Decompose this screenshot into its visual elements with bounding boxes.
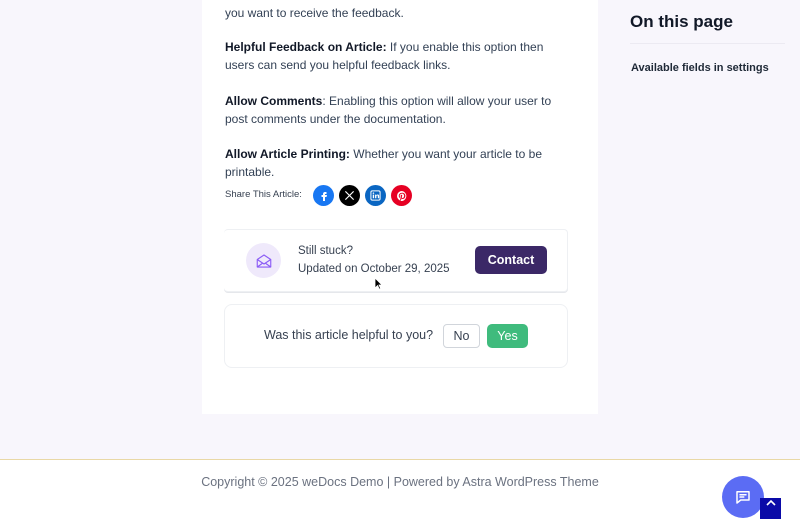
linkedin-icon (370, 190, 381, 201)
contact-button[interactable]: Contact (475, 246, 547, 274)
share-x-button[interactable] (339, 185, 360, 206)
helpful-question: Was this article helpful to you? (264, 328, 434, 342)
paragraph-heading: Helpful Feedback on Article: (225, 40, 387, 54)
chat-launcher-button[interactable] (722, 476, 764, 518)
share-pinterest-button[interactable] (391, 185, 412, 206)
article-paragraph: you want to receive the feedback. (225, 4, 575, 22)
updated-date: Updated on October 29, 2025 (298, 263, 450, 275)
envelope-badge (246, 243, 281, 278)
share-label: Share This Article: (225, 189, 302, 200)
mouse-cursor-icon (374, 277, 383, 290)
toc-item-available-fields[interactable]: Available fields in settings (631, 62, 769, 74)
pinterest-icon (396, 190, 406, 201)
feedback-yes-button[interactable]: Yes (487, 324, 528, 348)
toc-divider (630, 43, 785, 44)
still-stuck-text: Still stuck? (298, 245, 353, 257)
chat-bubble-icon (736, 491, 750, 504)
facebook-icon (321, 191, 327, 201)
paragraph-text: you want to receive the feedback. (225, 6, 404, 20)
scroll-to-top-button[interactable] (760, 498, 781, 519)
paragraph-heading: Allow Comments (225, 94, 323, 108)
site-footer (0, 459, 800, 523)
feedback-no-button[interactable]: No (443, 324, 480, 348)
article-paragraph: Allow Article Printing: Whether you want… (225, 145, 575, 181)
article-paragraph: Allow Comments: Enabling this option wil… (225, 92, 575, 128)
share-facebook-button[interactable] (313, 185, 334, 206)
share-linkedin-button[interactable] (365, 185, 386, 206)
toc-title: On this page (630, 12, 733, 31)
paragraph-heading: Allow Article Printing: (225, 147, 350, 161)
envelope-open-icon (256, 253, 271, 268)
footer-copyright: Copyright © 2025 weDocs Demo | Powered b… (201, 475, 599, 489)
chevron-up-icon (765, 499, 776, 506)
x-icon (344, 190, 355, 201)
article-paragraph: Helpful Feedback on Article: If you enab… (225, 38, 575, 74)
